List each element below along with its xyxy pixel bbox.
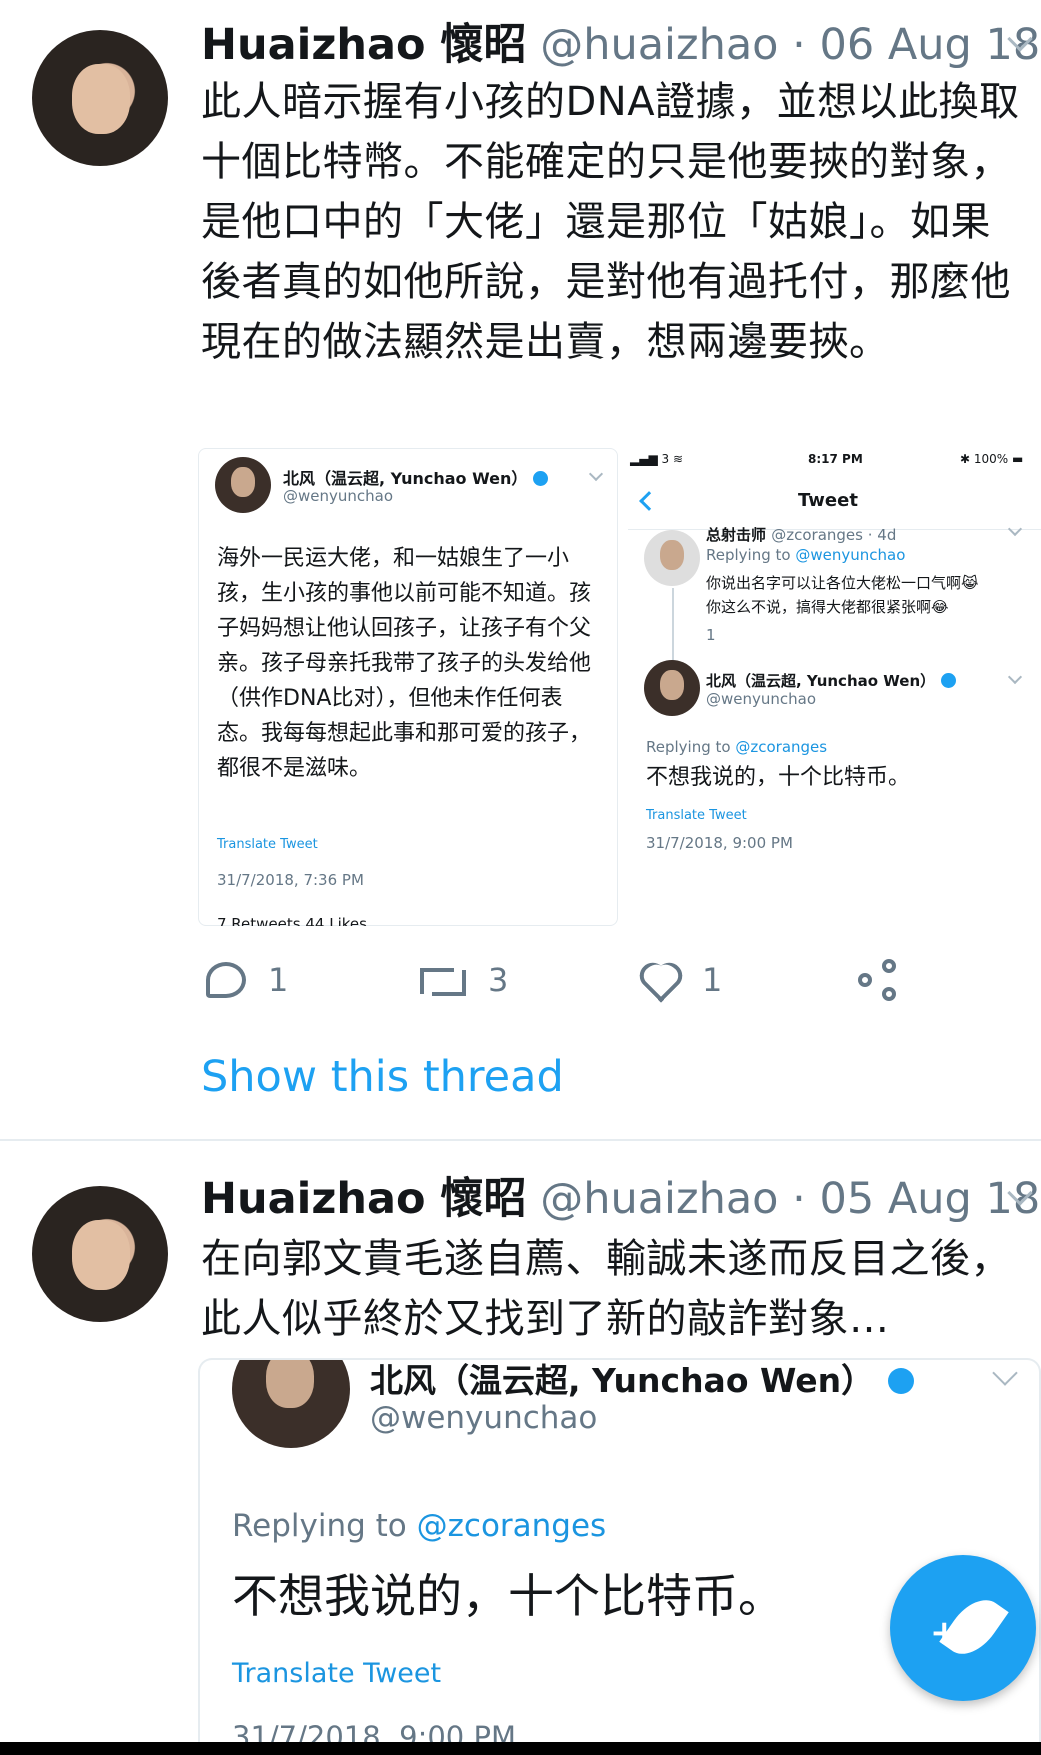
- tweet-image[interactable]: 北风（温云超, Yunchao Wen） @wenyunchao 海外一民运大佬…: [198, 448, 1041, 926]
- author-handle[interactable]: @huaizhao: [540, 20, 778, 70]
- retweet-count: 3: [488, 961, 509, 999]
- avatar: [644, 530, 700, 586]
- tweet-date[interactable]: · 06 Aug 18: [792, 20, 1040, 70]
- main-tweet-text: 不想我说的，十个比特币。: [646, 765, 911, 790]
- tweet-date[interactable]: · 05 Aug 18: [792, 1174, 1040, 1224]
- avatar: [215, 457, 271, 513]
- author-handle[interactable]: @huaizhao: [540, 1174, 778, 1224]
- chevron-down-icon: [1007, 669, 1023, 685]
- system-nav-bar: [0, 1742, 1041, 1755]
- tweet-text: 此人暗示握有小孩的DNA證據，並想以此換取十個比特幣。不能確定的只是他要挾的對象…: [201, 79, 1020, 365]
- embedded-author-name: 北风（温云超, Yunchao Wen）: [283, 465, 549, 489]
- author-name[interactable]: Huaizhao 懷昭: [201, 20, 527, 70]
- tweet-1[interactable]: Huaizhao 懷昭 @huaizhao · 06 Aug 18 此人暗示握有…: [0, 0, 1041, 1139]
- embedded-tweet-right: ▂▄▆ 3 ≋ 8:17 PM ✱ 100% ▬ Tweet 总射击师 @zco…: [628, 448, 1041, 926]
- reply-author-name: 总射击师 @zcoranges · 4d: [706, 526, 897, 544]
- reply-to-line: Replying to @wenyunchao: [706, 546, 906, 564]
- main-author-handle: @wenyunchao: [706, 690, 817, 708]
- main-author-name: 北风（温云超, Yunchao Wen）: [706, 670, 957, 691]
- main-reply-to-line: Replying to @zcoranges: [646, 738, 828, 756]
- chevron-down-icon: [992, 1360, 1018, 1386]
- embedded-author-name: 北风（温云超, Yunchao Wen）: [370, 1360, 915, 1402]
- like-count: 1: [702, 961, 723, 999]
- back-arrow-icon: [639, 491, 659, 511]
- avatar[interactable]: [32, 30, 168, 166]
- reply-text-line-1: 你说出名字可以让各位大佬松一口气啊😹: [706, 574, 979, 592]
- tweet-image[interactable]: 北风（温云超, Yunchao Wen） @wenyunchao Replyin…: [198, 1358, 1041, 1755]
- embedded-author-handle: @wenyunchao: [283, 487, 394, 505]
- main-timestamp: 31/7/2018, 9:00 PM: [646, 834, 793, 852]
- avatar: [644, 660, 700, 716]
- verified-icon: [533, 471, 549, 486]
- tweet-header: Huaizhao 懷昭 @huaizhao · 05 Aug 18: [201, 1174, 1040, 1224]
- retweet-button[interactable]: 3: [418, 948, 508, 1012]
- verified-icon: [941, 673, 957, 688]
- reply-icon: [206, 962, 246, 998]
- tweet-text: 在向郭文貴毛遂自薦、輸誠未遂而反目之後，此人似乎終於又找到了新的敲詐對象…: [201, 1236, 1011, 1342]
- embedded-tweet-left: 北风（温云超, Yunchao Wen） @wenyunchao 海外一民运大佬…: [198, 448, 618, 926]
- embedded-tweet-text: 海外一民运大佬，和一姑娘生了一小孩，生小孩的事他以前可能不知道。孩子妈妈想让他认…: [217, 546, 592, 781]
- tweet-actions: 1 3 1: [0, 948, 1041, 1012]
- signal-icon: ▂▄▆ 3 ≋: [630, 452, 684, 466]
- embedded-author-handle: @wenyunchao: [370, 1400, 598, 1436]
- chevron-down-icon[interactable]: [1006, 30, 1032, 56]
- chevron-down-icon[interactable]: [1006, 1184, 1032, 1210]
- share-icon: [858, 959, 900, 1001]
- heart-icon: [638, 961, 680, 999]
- tweet-header: Huaizhao 懷昭 @huaizhao · 06 Aug 18: [201, 20, 1040, 70]
- nav-title: Tweet: [798, 490, 858, 511]
- reply-button[interactable]: 1: [206, 948, 288, 1012]
- retweet-icon: [418, 962, 466, 998]
- show-thread-link[interactable]: Show this thread: [201, 1052, 564, 1102]
- embedded-tweet-text: 不想我说的，十个比特币。: [232, 1569, 784, 1623]
- phone-status-bar: ▂▄▆ 3 ≋ 8:17 PM ✱ 100% ▬: [628, 448, 1041, 478]
- like-button[interactable]: 1: [638, 948, 722, 1012]
- verified-icon: [888, 1368, 915, 1394]
- quill-icon: [939, 1589, 1009, 1665]
- embedded-timestamp: 31/7/2018, 7:36 PM: [217, 871, 364, 889]
- embedded-stats: 7 Retweets 44 Likes: [217, 915, 367, 926]
- translate-tweet-link: Translate Tweet: [217, 837, 318, 852]
- embedded-reply-to-line: Replying to @zcoranges: [232, 1508, 607, 1544]
- status-time: 8:17 PM: [808, 452, 863, 466]
- reply-text-line-2: 你这么不说，搞得大佬都很紧张啊😂: [706, 598, 949, 616]
- translate-tweet-link: Translate Tweet: [646, 808, 747, 823]
- translate-tweet-link: Translate Tweet: [232, 1658, 442, 1689]
- chevron-down-icon: [588, 466, 604, 482]
- battery-icon: ✱ 100% ▬: [960, 452, 1024, 466]
- avatar[interactable]: [32, 1186, 168, 1322]
- avatar: [232, 1360, 350, 1448]
- compose-tweet-button[interactable]: +: [890, 1555, 1036, 1701]
- reply-reply-count: 1: [706, 626, 716, 644]
- share-button[interactable]: [858, 948, 900, 1012]
- tweet-nav-bar: Tweet: [628, 478, 1041, 530]
- author-name[interactable]: Huaizhao 懷昭: [201, 1174, 527, 1224]
- reply-count: 1: [268, 961, 289, 999]
